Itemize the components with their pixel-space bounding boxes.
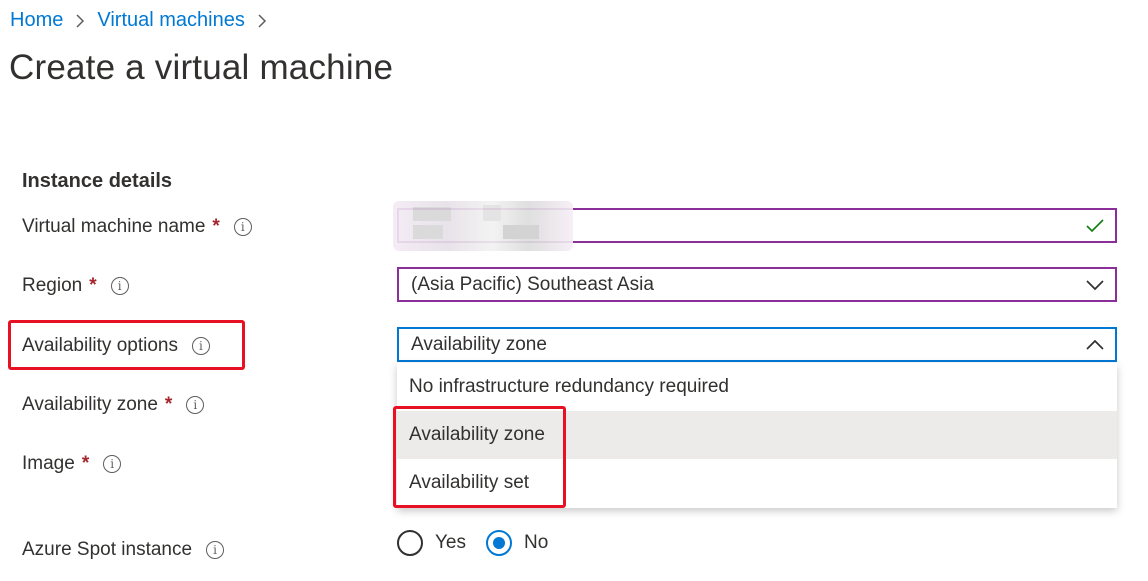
dropdown-option-availability-set[interactable]: Availability set	[397, 459, 1117, 507]
image-label-text: Image	[22, 453, 75, 474]
spot-instance-label: Azure Spot instance i	[22, 535, 225, 565]
availability-options-label-text: Availability options	[22, 335, 178, 356]
required-asterisk: *	[89, 275, 97, 296]
info-icon[interactable]: i	[206, 541, 225, 559]
info-icon[interactable]: i	[103, 455, 122, 473]
availability-options-value: Availability zone	[411, 333, 547, 355]
availability-options-dropdown: No infrastructure redundancy required Av…	[397, 363, 1117, 508]
region-value: (Asia Pacific) Southeast Asia	[411, 273, 654, 295]
required-asterisk: *	[164, 394, 173, 415]
required-asterisk: *	[81, 453, 90, 474]
required-asterisk: *	[212, 216, 220, 237]
breadcrumb-home-link[interactable]: Home	[10, 9, 63, 32]
info-icon[interactable]: i	[191, 337, 210, 355]
chevron-right-icon	[75, 13, 85, 29]
region-select[interactable]: (Asia Pacific) Southeast Asia	[397, 267, 1117, 302]
availability-zone-label-text: Availability zone	[22, 394, 158, 415]
page-title: Create a virtual machine	[9, 48, 394, 87]
breadcrumb-virtual-machines-link[interactable]: Virtual machines	[97, 9, 244, 32]
dropdown-option-availability-zone[interactable]: Availability zone	[397, 411, 1117, 459]
dropdown-option-no-redundancy[interactable]: No infrastructure redundancy required	[397, 363, 1117, 411]
info-icon[interactable]: i	[233, 218, 252, 236]
chevron-right-icon	[257, 13, 267, 29]
info-icon[interactable]: i	[110, 277, 129, 295]
spot-yes-label[interactable]: Yes	[435, 532, 466, 554]
vm-name-label: Virtual machine name * i	[22, 212, 252, 242]
section-title: Instance details	[22, 170, 173, 192]
availability-options-label: Availability options i	[22, 331, 210, 361]
breadcrumb: Home Virtual machines	[10, 9, 279, 32]
spot-no-label[interactable]: No	[524, 532, 548, 554]
chevron-down-icon	[1075, 279, 1115, 291]
availability-options-select[interactable]: Availability zone	[397, 327, 1117, 362]
redacted-name-overlay	[393, 201, 573, 251]
region-label: Region * i	[22, 271, 129, 301]
vm-name-label-text: Virtual machine name	[22, 216, 206, 237]
availability-zone-label: Availability zone * i	[22, 390, 205, 420]
spot-instance-label-text: Azure Spot instance	[22, 539, 193, 560]
image-label: Image * i	[22, 449, 122, 479]
info-icon[interactable]: i	[186, 396, 205, 414]
spot-instance-radio-group: Yes No	[397, 530, 568, 556]
chevron-up-icon	[1075, 339, 1115, 351]
spot-no-radio[interactable]	[486, 530, 512, 556]
checkmark-icon	[1075, 218, 1115, 234]
region-label-text: Region	[22, 275, 83, 296]
spot-yes-radio[interactable]	[397, 530, 423, 556]
